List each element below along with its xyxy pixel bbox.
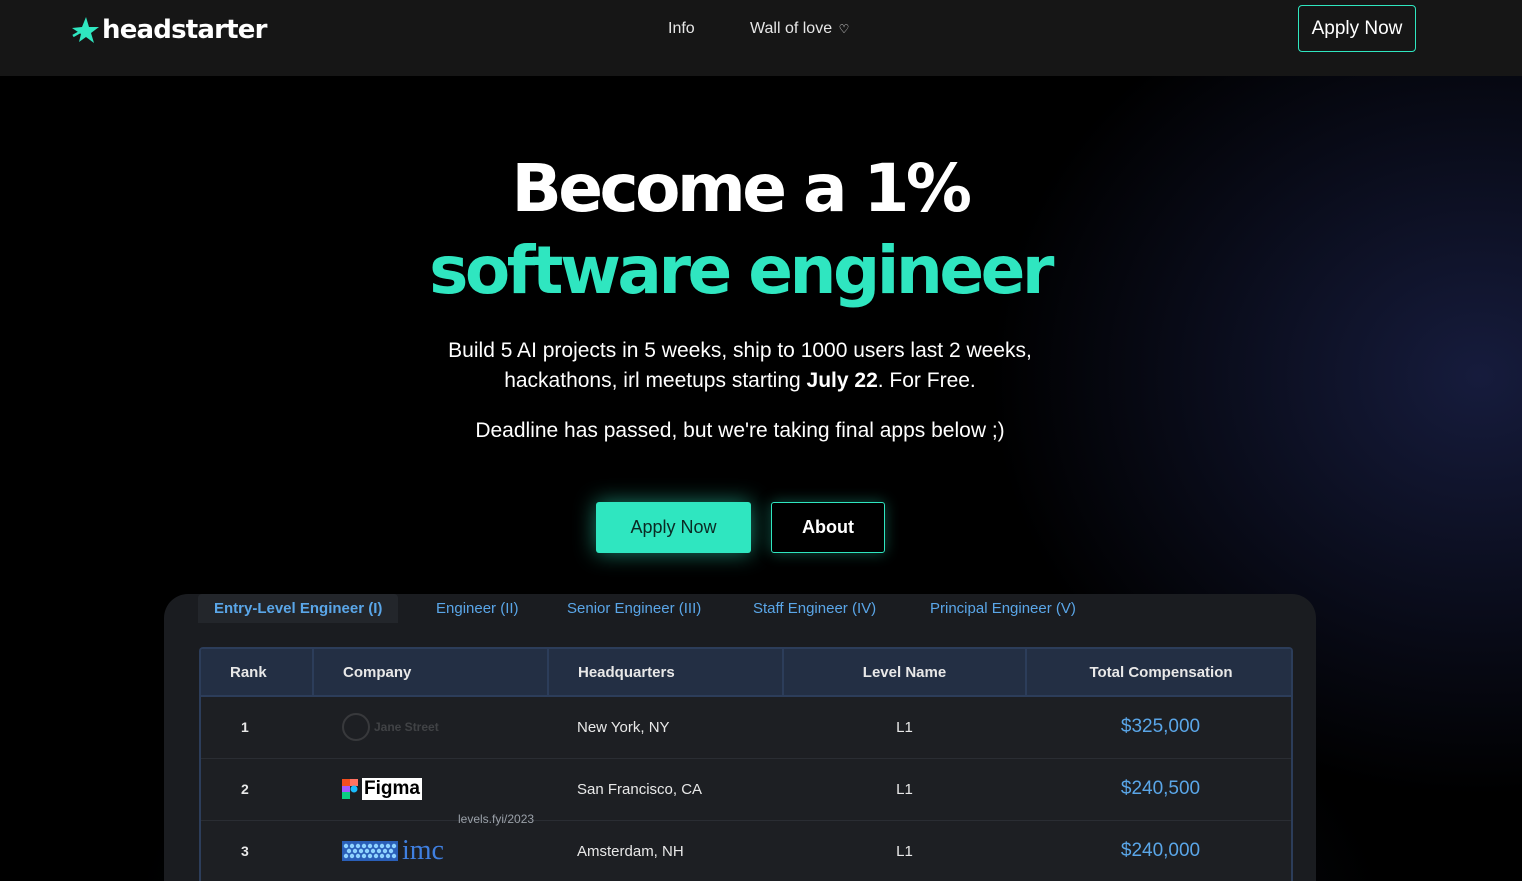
company-cell: Figma <box>313 758 548 821</box>
column-header-total-compensation[interactable]: Total Compensation <box>1026 649 1291 697</box>
top-nav: headstarter Info Wall of love ♡ Apply No… <box>0 0 1522 76</box>
tab-entry-level[interactable]: Entry-Level Engineer (I) <box>198 594 399 623</box>
headquarters-cell: San Francisco, CA <box>548 758 783 821</box>
jane-street-logo-text: Jane Street <box>374 720 439 735</box>
nav-link-info[interactable]: Info <box>668 20 695 38</box>
hero-title-line1: Become a 1% <box>511 150 972 227</box>
imc-logo-text: imc <box>402 835 444 866</box>
total-compensation-cell: $240,000 <box>1026 820 1291 881</box>
deadline-note: Deadline has passed, but we're taking fi… <box>475 419 1005 442</box>
levels-panel: Entry-Level Engineer (I) Engineer (II) S… <box>164 594 1316 881</box>
tab-engineer[interactable]: Engineer (II) <box>420 594 535 623</box>
star-logo-icon <box>72 17 99 43</box>
imc-logo-icon <box>342 841 398 861</box>
about-button[interactable]: About <box>771 502 885 553</box>
tab-senior-engineer[interactable]: Senior Engineer (III) <box>551 594 717 623</box>
brand-name: headstarter <box>102 15 267 45</box>
column-header-level-name[interactable]: Level Name <box>783 649 1027 697</box>
hero-title-line2: software engineer <box>429 232 1054 309</box>
headquarters-cell: Amsterdam, NH <box>548 820 783 881</box>
levels-fyi-watermark: levels.fyi/2023 <box>458 812 535 826</box>
apply-now-button[interactable]: Apply Now <box>596 502 751 553</box>
rank-cell: 3 <box>201 820 313 881</box>
column-header-rank[interactable]: Rank <box>201 649 314 697</box>
total-compensation-cell: $240,500 <box>1026 758 1291 821</box>
table-row[interactable]: 2 Figma San Francisco, CA L1 $240,500 <box>201 758 1291 821</box>
nav-apply-button[interactable]: Apply Now <box>1298 5 1416 52</box>
company-cell: imc <box>313 820 548 881</box>
nav-link-wall-of-love-label: Wall of love <box>750 20 833 37</box>
brand-logo[interactable]: headstarter <box>70 14 267 46</box>
nav-link-wall-of-love[interactable]: Wall of love ♡ <box>750 20 849 38</box>
figma-logo-icon <box>342 779 358 799</box>
table-row[interactable]: 1 Jane Street New York, NY L1 $325,000 <box>201 696 1291 759</box>
imc-logo: imc <box>342 835 548 866</box>
total-compensation-cell: $325,000 <box>1026 696 1291 759</box>
rank-cell: 2 <box>201 758 313 821</box>
tab-staff-engineer[interactable]: Staff Engineer (IV) <box>737 594 892 623</box>
column-header-company[interactable]: Company <box>313 649 549 697</box>
level-name-cell: L1 <box>783 820 1026 881</box>
level-name-cell: L1 <box>783 696 1026 759</box>
heart-icon: ♡ <box>838 22 850 36</box>
figma-logo: Figma <box>342 778 548 800</box>
hero-subtitle-date: July 22 <box>806 369 878 392</box>
column-header-headquarters[interactable]: Headquarters <box>548 649 784 697</box>
hero-subtitle: Build 5 AI projects in 5 weeks, ship to … <box>440 336 1040 396</box>
jane-street-logo-icon <box>342 713 370 742</box>
compensation-table: Rank Company Headquarters Level Name Tot… <box>199 647 1293 881</box>
figma-logo-text: Figma <box>362 778 422 800</box>
company-cell: Jane Street <box>313 696 548 759</box>
table-row[interactable]: 3 imc Amsterdam, NH L1 $240,000 <box>201 820 1291 881</box>
table-header-row: Rank Company Headquarters Level Name Tot… <box>201 649 1291 697</box>
rank-cell: 1 <box>201 696 313 759</box>
jane-street-logo: Jane Street <box>342 713 548 742</box>
level-name-cell: L1 <box>783 758 1026 821</box>
headquarters-cell: New York, NY <box>548 696 783 759</box>
tab-principal-engineer[interactable]: Principal Engineer (V) <box>914 594 1092 623</box>
hero-subtitle-tail: . For Free. <box>877 369 976 392</box>
